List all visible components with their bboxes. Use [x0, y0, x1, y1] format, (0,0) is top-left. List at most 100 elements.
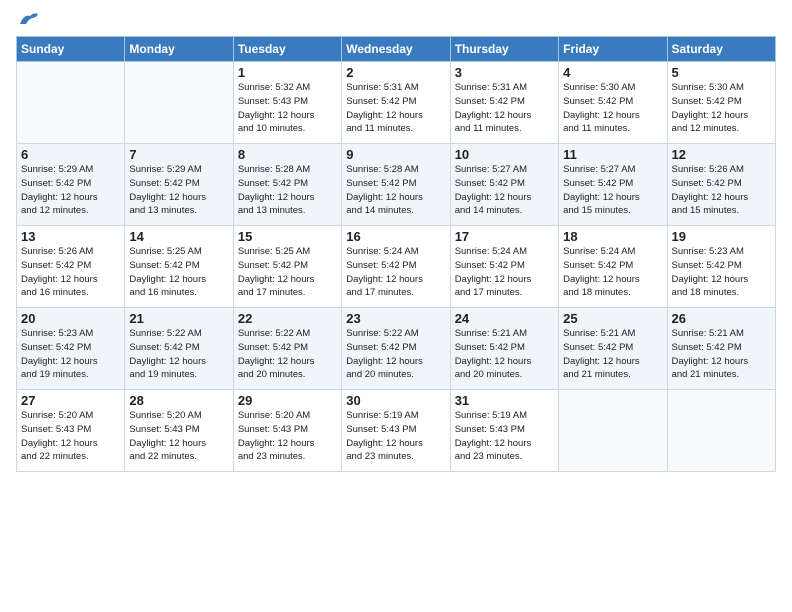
- day-number: 15: [238, 229, 337, 244]
- calendar-week-4: 20Sunrise: 5:23 AM Sunset: 5:42 PM Dayli…: [17, 308, 776, 390]
- calendar-cell: 28Sunrise: 5:20 AM Sunset: 5:43 PM Dayli…: [125, 390, 233, 472]
- day-info: Sunrise: 5:26 AM Sunset: 5:42 PM Dayligh…: [672, 163, 771, 218]
- calendar-cell: [17, 62, 125, 144]
- calendar-cell: 31Sunrise: 5:19 AM Sunset: 5:43 PM Dayli…: [450, 390, 558, 472]
- day-number: 25: [563, 311, 662, 326]
- col-header-thursday: Thursday: [450, 37, 558, 62]
- day-number: 8: [238, 147, 337, 162]
- day-info: Sunrise: 5:29 AM Sunset: 5:42 PM Dayligh…: [129, 163, 228, 218]
- day-number: 2: [346, 65, 445, 80]
- calendar-cell: 23Sunrise: 5:22 AM Sunset: 5:42 PM Dayli…: [342, 308, 450, 390]
- calendar-cell: 9Sunrise: 5:28 AM Sunset: 5:42 PM Daylig…: [342, 144, 450, 226]
- day-info: Sunrise: 5:21 AM Sunset: 5:42 PM Dayligh…: [672, 327, 771, 382]
- calendar-cell: 1Sunrise: 5:32 AM Sunset: 5:43 PM Daylig…: [233, 62, 341, 144]
- day-number: 22: [238, 311, 337, 326]
- day-info: Sunrise: 5:24 AM Sunset: 5:42 PM Dayligh…: [563, 245, 662, 300]
- day-number: 19: [672, 229, 771, 244]
- calendar-cell: 21Sunrise: 5:22 AM Sunset: 5:42 PM Dayli…: [125, 308, 233, 390]
- day-info: Sunrise: 5:21 AM Sunset: 5:42 PM Dayligh…: [455, 327, 554, 382]
- day-info: Sunrise: 5:20 AM Sunset: 5:43 PM Dayligh…: [238, 409, 337, 464]
- col-header-wednesday: Wednesday: [342, 37, 450, 62]
- calendar-cell: 30Sunrise: 5:19 AM Sunset: 5:43 PM Dayli…: [342, 390, 450, 472]
- col-header-saturday: Saturday: [667, 37, 775, 62]
- day-info: Sunrise: 5:28 AM Sunset: 5:42 PM Dayligh…: [238, 163, 337, 218]
- day-info: Sunrise: 5:20 AM Sunset: 5:43 PM Dayligh…: [21, 409, 120, 464]
- day-number: 13: [21, 229, 120, 244]
- col-header-monday: Monday: [125, 37, 233, 62]
- day-number: 23: [346, 311, 445, 326]
- calendar-cell: 27Sunrise: 5:20 AM Sunset: 5:43 PM Dayli…: [17, 390, 125, 472]
- day-number: 12: [672, 147, 771, 162]
- day-number: 29: [238, 393, 337, 408]
- calendar-cell: 25Sunrise: 5:21 AM Sunset: 5:42 PM Dayli…: [559, 308, 667, 390]
- col-header-sunday: Sunday: [17, 37, 125, 62]
- calendar-cell: 12Sunrise: 5:26 AM Sunset: 5:42 PM Dayli…: [667, 144, 775, 226]
- calendar-cell: 14Sunrise: 5:25 AM Sunset: 5:42 PM Dayli…: [125, 226, 233, 308]
- calendar-cell: 16Sunrise: 5:24 AM Sunset: 5:42 PM Dayli…: [342, 226, 450, 308]
- day-number: 4: [563, 65, 662, 80]
- day-info: Sunrise: 5:22 AM Sunset: 5:42 PM Dayligh…: [346, 327, 445, 382]
- calendar-cell: 26Sunrise: 5:21 AM Sunset: 5:42 PM Dayli…: [667, 308, 775, 390]
- day-info: Sunrise: 5:26 AM Sunset: 5:42 PM Dayligh…: [21, 245, 120, 300]
- day-info: Sunrise: 5:24 AM Sunset: 5:42 PM Dayligh…: [346, 245, 445, 300]
- day-number: 9: [346, 147, 445, 162]
- day-info: Sunrise: 5:27 AM Sunset: 5:42 PM Dayligh…: [563, 163, 662, 218]
- day-info: Sunrise: 5:25 AM Sunset: 5:42 PM Dayligh…: [238, 245, 337, 300]
- calendar-cell: 24Sunrise: 5:21 AM Sunset: 5:42 PM Dayli…: [450, 308, 558, 390]
- calendar-cell: 11Sunrise: 5:27 AM Sunset: 5:42 PM Dayli…: [559, 144, 667, 226]
- calendar-week-2: 6Sunrise: 5:29 AM Sunset: 5:42 PM Daylig…: [17, 144, 776, 226]
- col-header-tuesday: Tuesday: [233, 37, 341, 62]
- day-info: Sunrise: 5:29 AM Sunset: 5:42 PM Dayligh…: [21, 163, 120, 218]
- day-number: 30: [346, 393, 445, 408]
- day-number: 21: [129, 311, 228, 326]
- day-info: Sunrise: 5:28 AM Sunset: 5:42 PM Dayligh…: [346, 163, 445, 218]
- calendar-week-5: 27Sunrise: 5:20 AM Sunset: 5:43 PM Dayli…: [17, 390, 776, 472]
- day-info: Sunrise: 5:23 AM Sunset: 5:42 PM Dayligh…: [672, 245, 771, 300]
- calendar-cell: 7Sunrise: 5:29 AM Sunset: 5:42 PM Daylig…: [125, 144, 233, 226]
- day-number: 26: [672, 311, 771, 326]
- calendar-header-row: SundayMondayTuesdayWednesdayThursdayFrid…: [17, 37, 776, 62]
- day-number: 3: [455, 65, 554, 80]
- day-info: Sunrise: 5:31 AM Sunset: 5:42 PM Dayligh…: [346, 81, 445, 136]
- logo: [16, 10, 40, 28]
- day-info: Sunrise: 5:19 AM Sunset: 5:43 PM Dayligh…: [346, 409, 445, 464]
- calendar-cell: 3Sunrise: 5:31 AM Sunset: 5:42 PM Daylig…: [450, 62, 558, 144]
- day-number: 14: [129, 229, 228, 244]
- day-number: 18: [563, 229, 662, 244]
- calendar-cell: 5Sunrise: 5:30 AM Sunset: 5:42 PM Daylig…: [667, 62, 775, 144]
- calendar-cell: 19Sunrise: 5:23 AM Sunset: 5:42 PM Dayli…: [667, 226, 775, 308]
- day-number: 11: [563, 147, 662, 162]
- day-info: Sunrise: 5:32 AM Sunset: 5:43 PM Dayligh…: [238, 81, 337, 136]
- day-info: Sunrise: 5:19 AM Sunset: 5:43 PM Dayligh…: [455, 409, 554, 464]
- calendar-cell: 29Sunrise: 5:20 AM Sunset: 5:43 PM Dayli…: [233, 390, 341, 472]
- logo-bird-icon: [18, 10, 40, 28]
- day-number: 16: [346, 229, 445, 244]
- page: SundayMondayTuesdayWednesdayThursdayFrid…: [0, 0, 792, 612]
- calendar-week-3: 13Sunrise: 5:26 AM Sunset: 5:42 PM Dayli…: [17, 226, 776, 308]
- calendar-cell: [125, 62, 233, 144]
- day-info: Sunrise: 5:25 AM Sunset: 5:42 PM Dayligh…: [129, 245, 228, 300]
- calendar-cell: 15Sunrise: 5:25 AM Sunset: 5:42 PM Dayli…: [233, 226, 341, 308]
- day-number: 17: [455, 229, 554, 244]
- day-number: 1: [238, 65, 337, 80]
- calendar-cell: 6Sunrise: 5:29 AM Sunset: 5:42 PM Daylig…: [17, 144, 125, 226]
- day-number: 5: [672, 65, 771, 80]
- calendar-cell: [667, 390, 775, 472]
- calendar-cell: [559, 390, 667, 472]
- day-info: Sunrise: 5:24 AM Sunset: 5:42 PM Dayligh…: [455, 245, 554, 300]
- day-info: Sunrise: 5:22 AM Sunset: 5:42 PM Dayligh…: [129, 327, 228, 382]
- day-info: Sunrise: 5:21 AM Sunset: 5:42 PM Dayligh…: [563, 327, 662, 382]
- day-number: 27: [21, 393, 120, 408]
- calendar-cell: 20Sunrise: 5:23 AM Sunset: 5:42 PM Dayli…: [17, 308, 125, 390]
- calendar-cell: 17Sunrise: 5:24 AM Sunset: 5:42 PM Dayli…: [450, 226, 558, 308]
- day-number: 7: [129, 147, 228, 162]
- calendar-cell: 8Sunrise: 5:28 AM Sunset: 5:42 PM Daylig…: [233, 144, 341, 226]
- calendar-cell: 13Sunrise: 5:26 AM Sunset: 5:42 PM Dayli…: [17, 226, 125, 308]
- day-info: Sunrise: 5:20 AM Sunset: 5:43 PM Dayligh…: [129, 409, 228, 464]
- day-info: Sunrise: 5:22 AM Sunset: 5:42 PM Dayligh…: [238, 327, 337, 382]
- calendar-cell: 4Sunrise: 5:30 AM Sunset: 5:42 PM Daylig…: [559, 62, 667, 144]
- day-info: Sunrise: 5:27 AM Sunset: 5:42 PM Dayligh…: [455, 163, 554, 218]
- calendar-cell: 22Sunrise: 5:22 AM Sunset: 5:42 PM Dayli…: [233, 308, 341, 390]
- day-info: Sunrise: 5:23 AM Sunset: 5:42 PM Dayligh…: [21, 327, 120, 382]
- calendar-cell: 10Sunrise: 5:27 AM Sunset: 5:42 PM Dayli…: [450, 144, 558, 226]
